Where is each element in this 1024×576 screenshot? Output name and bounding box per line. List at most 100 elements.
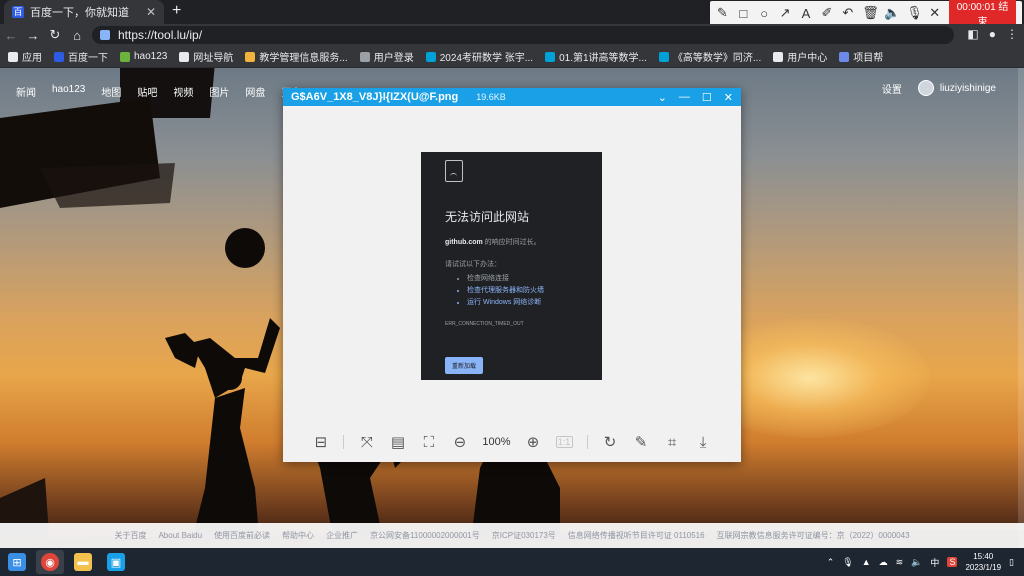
bookmark-item[interactable]: 01.第1讲高等数学... (545, 49, 647, 64)
crop-icon[interactable]: ⌗ (664, 434, 681, 451)
close-icon[interactable]: ✕ (724, 91, 733, 104)
top-nav-link[interactable]: 视频 (173, 84, 193, 99)
top-nav-link[interactable]: 网盘 (245, 84, 265, 99)
bookmark-item[interactable]: 应用 (8, 49, 42, 64)
start-windows-icon[interactable]: ⊞ (8, 553, 26, 571)
home-icon[interactable]: ⌂ (66, 28, 88, 43)
profile-icon[interactable]: ● (989, 27, 996, 41)
top-nav-link[interactable]: hao123 (52, 84, 85, 99)
cloud-icon[interactable]: ☁ (879, 557, 888, 568)
bookmark-label: 01.第1讲高等数学... (559, 53, 647, 64)
bookmark-item[interactable]: hao123 (120, 51, 167, 62)
error-message: github.com 的响应时间过长。 (445, 237, 578, 247)
project-icon (839, 51, 850, 62)
chrome-icon[interactable]: ◉ (41, 553, 59, 571)
top-nav-link[interactable]: 贴吧 (137, 84, 157, 99)
zoom-in-icon[interactable]: ⊕ (525, 433, 542, 451)
highlighter-icon[interactable]: ✐ (820, 5, 833, 21)
tab-title: 百度一下，你就知道 (30, 7, 129, 19)
notification-icon[interactable]: ▯ (1009, 557, 1014, 568)
app-tray-icon[interactable]: ▲ (862, 557, 871, 567)
viewer-title-bar[interactable]: G$A6V_1X8_V8J}I{IZX(U@F.png 19.6KB ⌄ — ☐… (283, 88, 741, 106)
bookmark-item[interactable]: 用户登录 (359, 49, 414, 64)
new-tab-button[interactable]: + (172, 2, 181, 20)
footer-link[interactable]: 信息网络传播视听节目许可证 0110516 (568, 530, 705, 541)
baidu-paw-icon: 百 (12, 6, 24, 18)
back-arrow-icon[interactable]: ← (0, 28, 22, 43)
bookmark-item[interactable]: 用户中心 (773, 49, 827, 64)
chevron-up-icon[interactable]: ⌃ (827, 557, 835, 568)
footer-link[interactable]: 京ICP证030173号 (492, 530, 556, 541)
undo-icon[interactable]: ↶ (841, 5, 854, 21)
bookmark-item[interactable]: 网址导航 (179, 49, 233, 64)
browser-toolbar: ← → ↻ ⌂ https://tool.lu/ip/ ◧ ● ⋮ (0, 24, 1024, 46)
house-icon (179, 51, 190, 62)
bookmark-item[interactable]: 2024考研数学 张宇... (425, 49, 533, 64)
ime-indicator[interactable]: 中 (930, 556, 939, 569)
volume-icon[interactable]: 🔈 (911, 557, 922, 568)
actual-size-icon[interactable]: 1:1 (555, 436, 573, 448)
footer-link[interactable]: 关于百度 (114, 530, 146, 541)
top-nav-link[interactable]: 地图 (101, 84, 121, 99)
top-right-nav: 设置 liuziyishinige (882, 80, 996, 96)
settings-link[interactable]: 设置 (882, 81, 902, 96)
error-domain: github.com (445, 239, 483, 246)
bookmark-item[interactable]: 项目帮 (839, 49, 883, 64)
footer-link[interactable]: 京公网安备11000002000001号 (370, 530, 480, 541)
zoom-out-icon[interactable]: ⊖ (451, 433, 468, 451)
fullscreen-icon[interactable]: ⛶ (420, 434, 437, 451)
divider (586, 435, 588, 449)
rectangle-icon[interactable]: □ (737, 6, 750, 21)
bookmark-item[interactable]: 百度一下 (54, 49, 108, 64)
bookmark-label: 用户中心 (787, 53, 828, 64)
footer-link[interactable]: 企业推广 (326, 530, 358, 541)
trash-icon[interactable]: 🗑 (862, 5, 879, 21)
url-text: https://tool.lu/ip/ (118, 28, 203, 42)
top-nav: 新闻hao123地图贴吧视频图片网盘更多 (16, 84, 301, 99)
address-bar[interactable]: https://tool.lu/ip/ (92, 26, 954, 44)
footer-link[interactable]: 帮助中心 (282, 530, 314, 541)
footer-link[interactable]: 使用百度前必读 (214, 530, 270, 541)
footer-link[interactable]: About Baidu (158, 531, 202, 540)
divider (343, 435, 345, 449)
tip-item: 检查网络连接 (467, 273, 578, 285)
rotate-icon[interactable]: ↻ (602, 433, 619, 451)
thumbnails-icon[interactable]: ⊟ (312, 433, 329, 451)
image-viewer-app-icon[interactable]: ▣ (107, 553, 125, 571)
wifi-icon[interactable]: ≋ (896, 557, 904, 568)
ocr-icon[interactable]: ▤ (389, 433, 406, 451)
chevron-down-icon[interactable]: ⌄ (658, 91, 667, 104)
arrow-icon[interactable]: ↗ (779, 5, 792, 21)
sidebar-icon[interactable]: ◧ (967, 27, 978, 41)
browser-tab[interactable]: 百 百度一下，你就知道 ✕ (4, 0, 164, 24)
minimize-icon[interactable]: — (679, 91, 690, 104)
top-nav-link[interactable]: 图片 (209, 84, 229, 99)
page-scrollbar[interactable] (1018, 68, 1024, 548)
menu-kebab-icon[interactable]: ⋮ (1006, 27, 1018, 41)
microphone-icon[interactable]: 🎙 (906, 5, 923, 21)
close-tab-icon[interactable]: ✕ (146, 5, 156, 19)
download-icon[interactable]: ⤓ (695, 434, 712, 451)
edit-icon[interactable]: ✎ (633, 433, 650, 451)
close-icon[interactable]: ✕ (928, 5, 941, 21)
speaker-icon[interactable]: 🔈 (884, 5, 900, 21)
bookmark-label: 项目帮 (853, 53, 884, 64)
microphone-icon[interactable]: 🎙 (842, 557, 853, 568)
clock[interactable]: 15:40 2023/1/19 (965, 551, 1001, 573)
bookmark-item[interactable]: 教学管理信息服务... (245, 49, 348, 64)
top-nav-link[interactable]: 新闻 (16, 84, 36, 99)
fit-screen-icon[interactable]: ⤧ (358, 434, 375, 451)
file-explorer-icon[interactable]: ▬ (74, 553, 92, 571)
maximize-icon[interactable]: ☐ (702, 91, 712, 104)
user-menu[interactable]: liuziyishinige (917, 80, 996, 96)
sogou-icon[interactable]: S (947, 557, 958, 567)
reload-icon[interactable]: ↻ (44, 27, 66, 43)
pen-icon[interactable]: ✎ (716, 5, 729, 21)
forward-arrow-icon[interactable]: → (22, 28, 44, 43)
site-info-icon[interactable] (100, 30, 110, 40)
bookmark-item[interactable]: 《高等数学》同济... (658, 49, 761, 64)
circle-icon[interactable]: ○ (758, 6, 771, 21)
try-label: 请试试以下办法： (445, 261, 501, 268)
text-tool-icon[interactable]: A (800, 6, 813, 21)
footer-link[interactable]: 互联网宗教信息服务许可证编号：京（2022）0000043 (717, 530, 910, 541)
